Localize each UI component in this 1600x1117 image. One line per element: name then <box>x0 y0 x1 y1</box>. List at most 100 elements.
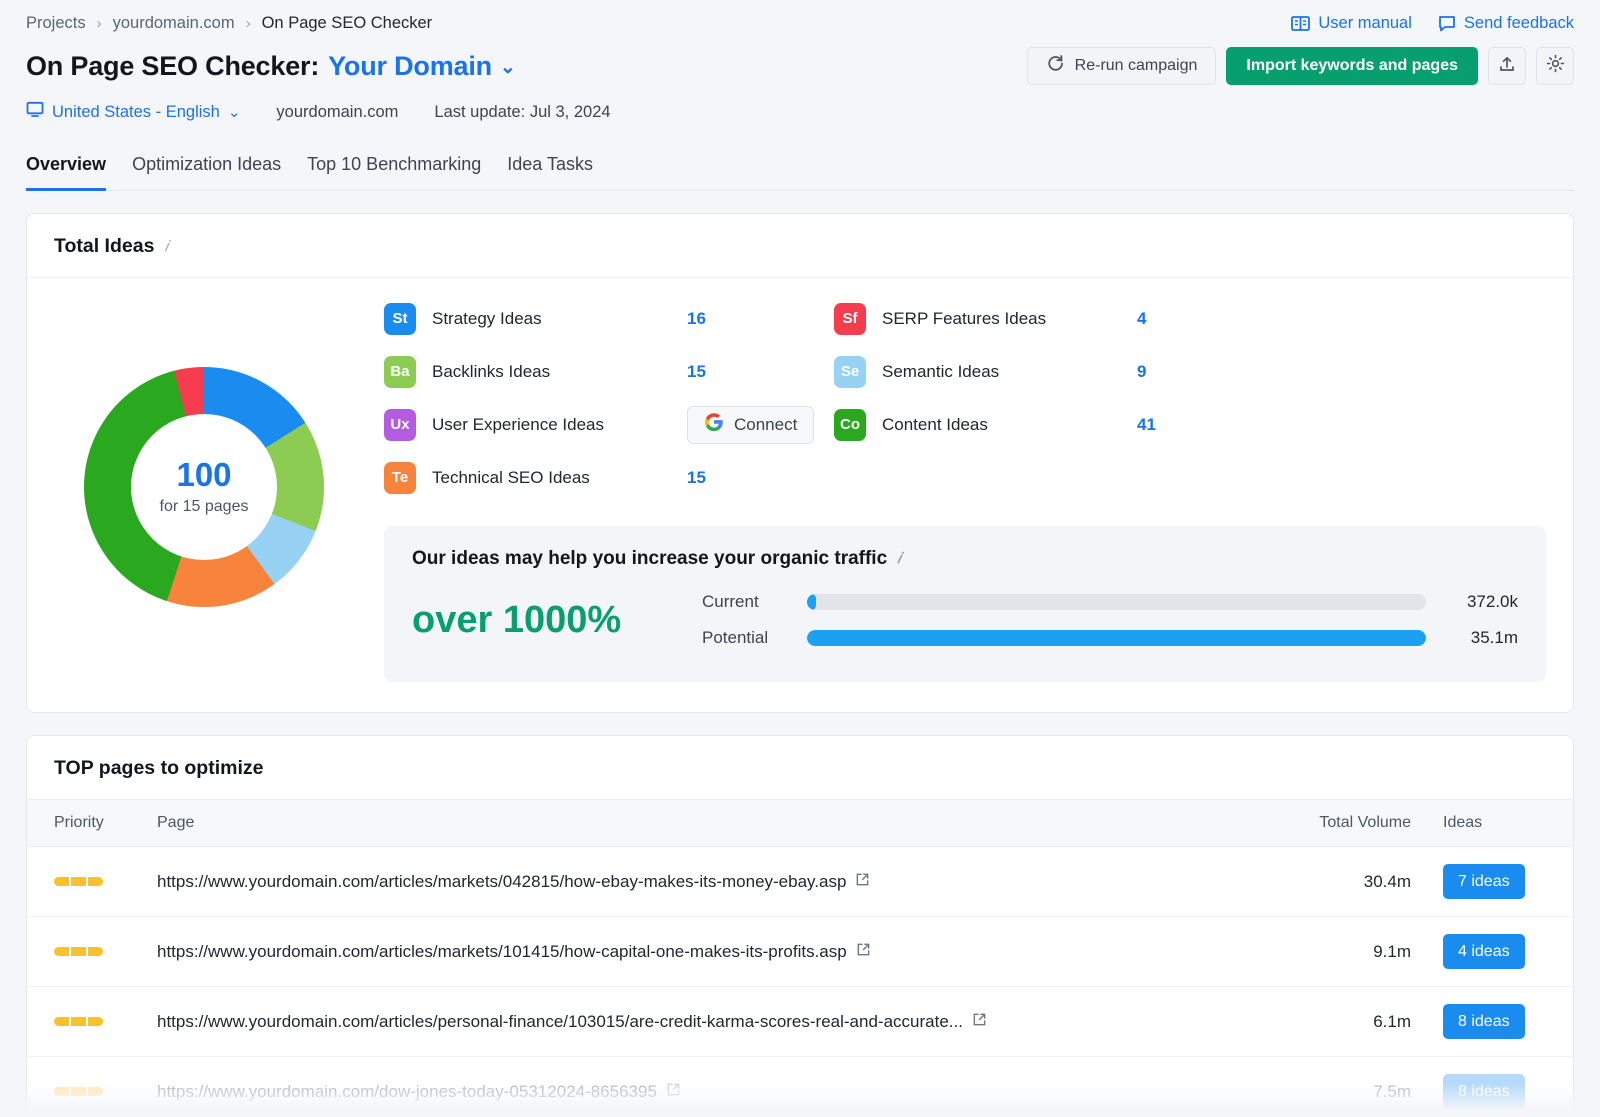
organic-traffic-title: Our ideas may help you increase your org… <box>412 548 887 570</box>
legend-value-content[interactable]: 41 <box>1137 415 1156 435</box>
traffic-bar-potential-label: Potential <box>702 628 807 648</box>
legend-value-backlinks[interactable]: 15 <box>687 362 706 382</box>
rerun-campaign-button[interactable]: Re-run campaign <box>1027 47 1217 85</box>
legend-value-semantic[interactable]: 9 <box>1137 362 1146 382</box>
priority-indicator <box>54 877 157 886</box>
page-cell: https://www.yourdomain.com/dow-jones-tod… <box>157 1082 1251 1102</box>
page-url-text: https://www.yourdomain.com/dow-jones-tod… <box>157 1082 657 1102</box>
external-link-icon[interactable] <box>666 1082 681 1102</box>
top-pages-header: TOP pages to optimize <box>27 736 1573 799</box>
legend-item-semantic: Se Semantic Ideas 9 <box>834 345 1284 398</box>
tab-overview[interactable]: Overview <box>26 154 106 191</box>
volume-cell: 9.1m <box>1251 942 1411 962</box>
ideas-cell: 7 ideas <box>1411 864 1546 899</box>
organic-traffic-body: over 1000% Current 372.0k Potential <box>412 584 1518 656</box>
ideas-cell: 8 ideas <box>1411 1004 1546 1039</box>
table-row[interactable]: https://www.yourdomain.com/articles/pers… <box>27 987 1573 1057</box>
meta-row: United States - English ⌄ yourdomain.com… <box>26 101 1574 123</box>
page-root: Projects › yourdomain.com › On Page SEO … <box>0 0 1600 1117</box>
tab-optimization-ideas[interactable]: Optimization Ideas <box>132 154 281 191</box>
speech-bubble-icon <box>1438 15 1456 32</box>
info-icon[interactable]: 𝑖 <box>897 550 901 568</box>
page-url-text: https://www.yourdomain.com/articles/mark… <box>157 872 846 892</box>
organic-traffic-percent: over 1000% <box>412 599 702 642</box>
ideas-legend: St Strategy Ideas 16 Ba Backlinks Ideas … <box>354 292 1546 682</box>
external-link-icon[interactable] <box>856 942 871 962</box>
settings-button[interactable] <box>1536 47 1574 85</box>
ideas-cell: 8 ideas <box>1411 1074 1546 1109</box>
column-header-total-volume[interactable]: Total Volume <box>1251 814 1411 832</box>
page-url-text: https://www.yourdomain.com/articles/pers… <box>157 1012 963 1032</box>
breadcrumb-item-projects[interactable]: Projects <box>26 14 86 33</box>
ideas-badge[interactable]: 4 ideas <box>1443 934 1525 969</box>
donut-chart-wrap: 100 for 15 pages <box>54 292 354 682</box>
top-links: User manual Send feedback <box>1291 14 1574 33</box>
breadcrumb-item-current: On Page SEO Checker <box>262 14 433 33</box>
table-row[interactable]: https://www.yourdomain.com/dow-jones-tod… <box>27 1057 1573 1117</box>
import-keywords-button[interactable]: Import keywords and pages <box>1226 47 1478 85</box>
column-header-ideas[interactable]: Ideas <box>1411 814 1546 832</box>
legend-label-user-experience: User Experience Ideas <box>432 415 687 435</box>
legend-item-technical-seo: Te Technical SEO Ideas 15 <box>384 451 834 504</box>
google-connect-label: Connect <box>734 415 797 435</box>
tab-idea-tasks[interactable]: Idea Tasks <box>507 154 593 191</box>
page-link[interactable]: https://www.yourdomain.com/articles/mark… <box>157 942 1251 962</box>
rerun-campaign-label: Re-run campaign <box>1075 57 1198 75</box>
legend-value-serp-features[interactable]: 4 <box>1137 309 1146 329</box>
strategy-chip-icon: St <box>384 303 416 335</box>
google-icon <box>704 412 724 437</box>
export-button[interactable] <box>1488 47 1526 85</box>
title-row: On Page SEO Checker: Your Domain ⌄ Re-ru… <box>26 47 1574 85</box>
external-link-icon[interactable] <box>972 1012 987 1032</box>
meta-domain: yourdomain.com <box>276 103 398 122</box>
legend-item-content: Co Content Ideas 41 <box>834 398 1284 451</box>
organic-traffic-panel: Our ideas may help you increase your org… <box>384 526 1546 682</box>
ideas-badge[interactable]: 8 ideas <box>1443 1074 1525 1109</box>
page-link[interactable]: https://www.yourdomain.com/dow-jones-tod… <box>157 1082 1251 1102</box>
chevron-down-icon[interactable]: ⌄ <box>500 56 516 79</box>
traffic-bar-current-value: 372.0k <box>1426 592 1518 612</box>
total-ideas-donut-chart: 100 for 15 pages <box>84 367 324 607</box>
legend-item-backlinks: Ba Backlinks Ideas 15 <box>384 345 834 398</box>
table-row[interactable]: https://www.yourdomain.com/articles/mark… <box>27 847 1573 917</box>
column-header-priority[interactable]: Priority <box>54 814 157 832</box>
legend-label-backlinks: Backlinks Ideas <box>432 362 687 382</box>
refresh-icon <box>1046 54 1065 78</box>
priority-indicator <box>54 1087 157 1096</box>
tab-bar: Overview Optimization Ideas Top 10 Bench… <box>26 153 1574 191</box>
technical-seo-chip-icon: Te <box>384 462 416 494</box>
page-link[interactable]: https://www.yourdomain.com/articles/pers… <box>157 1012 1251 1032</box>
breadcrumb-item-domain[interactable]: yourdomain.com <box>113 14 235 33</box>
ideas-badge[interactable]: 7 ideas <box>1443 864 1525 899</box>
legend-label-semantic: Semantic Ideas <box>882 362 1137 382</box>
top-pages-title: TOP pages to optimize <box>54 757 263 780</box>
traffic-bar-potential: Potential 35.1m <box>702 620 1518 656</box>
send-feedback-link[interactable]: Send feedback <box>1438 14 1574 33</box>
total-ideas-header: Total Ideas 𝑖 <box>27 214 1573 278</box>
page-title-domain[interactable]: Your Domain <box>328 51 492 82</box>
user-manual-link[interactable]: User manual <box>1291 14 1412 33</box>
priority-indicator <box>54 1017 157 1026</box>
donut-center: 100 for 15 pages <box>131 414 277 560</box>
traffic-bar-current-track <box>807 594 1426 610</box>
info-icon[interactable]: 𝑖 <box>164 238 168 256</box>
top-pages-card: TOP pages to optimize Priority Page Tota… <box>26 735 1574 1117</box>
page-url-text: https://www.yourdomain.com/articles/mark… <box>157 942 847 962</box>
legend-value-strategy[interactable]: 16 <box>687 309 706 329</box>
monitor-icon <box>26 101 44 123</box>
external-link-icon[interactable] <box>855 872 870 892</box>
user-manual-label: User manual <box>1318 14 1412 33</box>
legend-item-strategy: St Strategy Ideas 16 <box>384 292 834 345</box>
legend-value-technical-seo[interactable]: 15 <box>687 468 706 488</box>
donut-total-value: 100 <box>176 458 231 491</box>
page-title-prefix: On Page SEO Checker: <box>26 51 319 82</box>
tab-top-10-benchmarking[interactable]: Top 10 Benchmarking <box>307 154 481 191</box>
column-header-page[interactable]: Page <box>157 814 1251 832</box>
ideas-badge[interactable]: 8 ideas <box>1443 1004 1525 1039</box>
locale-selector[interactable]: United States - English ⌄ <box>26 101 240 123</box>
page-link[interactable]: https://www.yourdomain.com/articles/mark… <box>157 872 1251 892</box>
traffic-bar-current: Current 372.0k <box>702 584 1518 620</box>
priority-cell <box>54 877 157 886</box>
google-connect-button[interactable]: Connect <box>687 406 814 444</box>
table-row[interactable]: https://www.yourdomain.com/articles/mark… <box>27 917 1573 987</box>
